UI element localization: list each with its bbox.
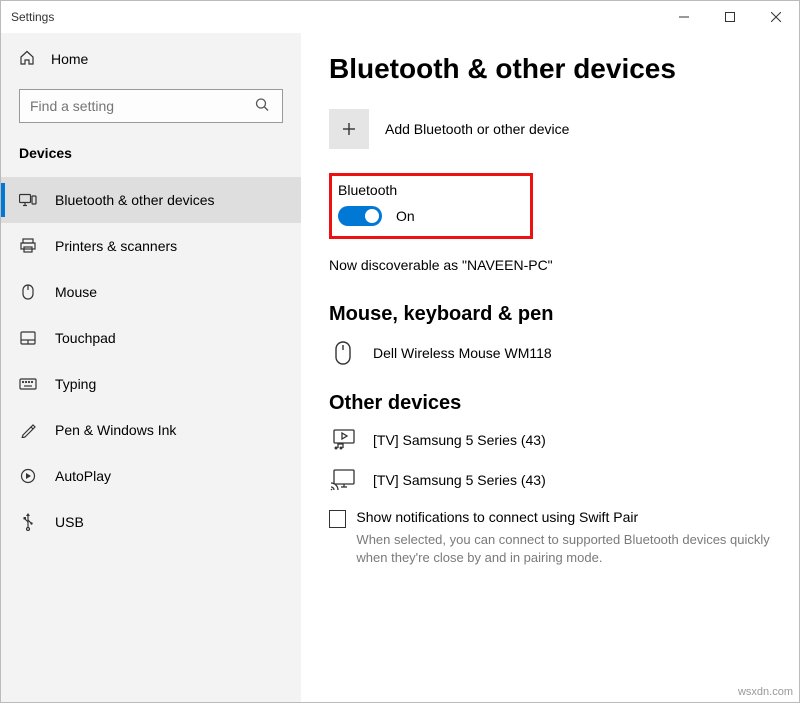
tv-media-icon xyxy=(329,429,357,451)
discoverable-text: Now discoverable as "NAVEEN-PC" xyxy=(329,257,771,273)
bluetooth-toggle-row: On xyxy=(338,206,415,226)
app-body: Home Devices Bluetooth & other devices xyxy=(1,33,799,702)
sidebar-item-mouse[interactable]: Mouse xyxy=(1,269,301,315)
content: Bluetooth & other devices Add Bluetooth … xyxy=(301,33,799,702)
swift-pair-row: Show notifications to connect using Swif… xyxy=(329,509,771,566)
home-nav[interactable]: Home xyxy=(1,39,301,79)
bluetooth-state: On xyxy=(396,208,415,224)
sidebar-item-label: Mouse xyxy=(55,284,97,300)
sidebar-item-label: Bluetooth & other devices xyxy=(55,192,215,208)
touchpad-icon xyxy=(19,331,37,345)
sidebar-item-label: Touchpad xyxy=(55,330,116,346)
swift-pair-description: When selected, you can connect to suppor… xyxy=(356,531,771,566)
plus-icon xyxy=(329,109,369,149)
settings-window: Settings Home xyxy=(0,0,800,703)
mouse-icon xyxy=(19,284,37,300)
devices-icon xyxy=(19,193,37,207)
home-icon xyxy=(19,50,35,69)
sidebar-item-autoplay[interactable]: AutoPlay xyxy=(1,453,301,499)
device-label: [TV] Samsung 5 Series (43) xyxy=(373,472,546,488)
device-item[interactable]: [TV] Samsung 5 Series (43) xyxy=(329,429,771,451)
minimize-icon xyxy=(679,12,689,22)
mouse-icon xyxy=(329,340,357,366)
section-mouse-keyboard-pen: Mouse, keyboard & pen xyxy=(329,303,771,326)
toggle-knob xyxy=(365,209,379,223)
search-input[interactable] xyxy=(19,89,283,123)
nav-list: Bluetooth & other devices Printers & sca… xyxy=(1,171,301,545)
sidebar-item-touchpad[interactable]: Touchpad xyxy=(1,315,301,361)
search-icon xyxy=(255,98,269,115)
sidebar-item-label: USB xyxy=(55,514,84,530)
device-item[interactable]: Dell Wireless Mouse WM118 xyxy=(329,340,771,366)
printer-icon xyxy=(19,238,37,254)
bluetooth-section-highlight: Bluetooth On xyxy=(329,173,533,239)
tv-cast-icon xyxy=(329,469,357,491)
category-header: Devices xyxy=(1,129,301,171)
autoplay-icon xyxy=(19,468,37,484)
sidebar-item-label: Printers & scanners xyxy=(55,238,177,254)
add-device-label: Add Bluetooth or other device xyxy=(385,121,569,137)
bluetooth-toggle[interactable] xyxy=(338,206,382,226)
section-other-devices: Other devices xyxy=(329,392,771,415)
sidebar-item-label: AutoPlay xyxy=(55,468,111,484)
app-title: Settings xyxy=(11,10,54,24)
swift-pair-label: Show notifications to connect using Swif… xyxy=(356,509,771,525)
window-controls xyxy=(661,1,799,33)
swift-pair-checkbox[interactable] xyxy=(329,510,346,528)
pen-icon xyxy=(19,422,37,438)
sidebar-item-label: Pen & Windows Ink xyxy=(55,422,176,438)
watermark: wsxdn.com xyxy=(738,686,793,698)
device-item[interactable]: [TV] Samsung 5 Series (43) xyxy=(329,469,771,491)
add-device-button[interactable]: Add Bluetooth or other device xyxy=(329,109,771,149)
page-title: Bluetooth & other devices xyxy=(329,53,771,85)
sidebar-item-usb[interactable]: USB xyxy=(1,499,301,545)
titlebar: Settings xyxy=(1,1,799,33)
maximize-icon xyxy=(725,12,735,22)
swift-pair-text: Show notifications to connect using Swif… xyxy=(356,509,771,566)
bluetooth-label: Bluetooth xyxy=(338,182,415,198)
sidebar-item-pen[interactable]: Pen & Windows Ink xyxy=(1,407,301,453)
close-button[interactable] xyxy=(753,1,799,33)
home-label: Home xyxy=(51,51,88,67)
usb-icon xyxy=(19,513,37,531)
sidebar: Home Devices Bluetooth & other devices xyxy=(1,33,301,702)
close-icon xyxy=(771,12,781,22)
sidebar-item-printers[interactable]: Printers & scanners xyxy=(1,223,301,269)
sidebar-item-typing[interactable]: Typing xyxy=(1,361,301,407)
device-label: Dell Wireless Mouse WM118 xyxy=(373,345,552,361)
keyboard-icon xyxy=(19,378,37,390)
minimize-button[interactable] xyxy=(661,1,707,33)
sidebar-item-bluetooth[interactable]: Bluetooth & other devices xyxy=(1,177,301,223)
maximize-button[interactable] xyxy=(707,1,753,33)
device-label: [TV] Samsung 5 Series (43) xyxy=(373,432,546,448)
sidebar-item-label: Typing xyxy=(55,376,96,392)
search-wrap xyxy=(19,89,283,123)
